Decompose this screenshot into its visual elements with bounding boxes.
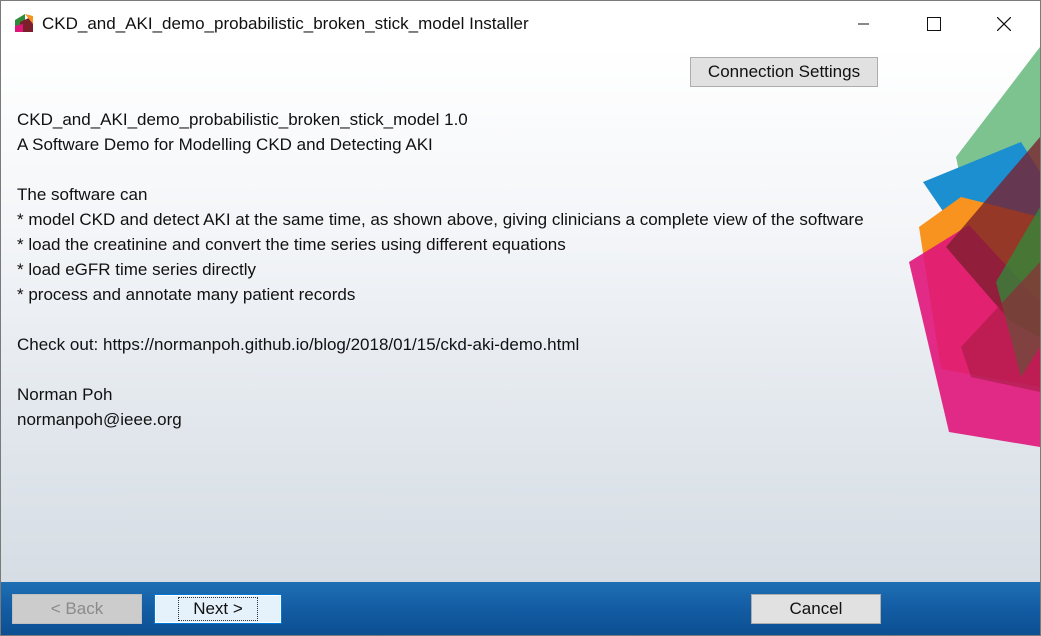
minimize-icon (858, 23, 869, 25)
product-name-version: CKD_and_AKI_demo_probabilistic_broken_st… (17, 110, 468, 129)
decorative-graphic (909, 47, 1040, 447)
connection-settings-label: Connection Settings (707, 62, 861, 81)
intro-text: The software can (17, 185, 148, 204)
next-button-label: Next > (178, 597, 258, 621)
maximize-button[interactable] (899, 1, 969, 47)
close-button[interactable] (969, 1, 1039, 47)
maximize-icon (927, 17, 941, 31)
connection-settings-button[interactable]: Connection Settings (690, 57, 878, 87)
feature-item: * process and annotate many patient reco… (17, 285, 356, 304)
window-title: CKD_and_AKI_demo_probabilistic_broken_st… (42, 14, 529, 33)
minimize-button[interactable] (829, 1, 899, 47)
feature-item: * model CKD and detect AKI at the same t… (17, 210, 864, 229)
installer-info-text: CKD_and_AKI_demo_probabilistic_broken_st… (17, 107, 877, 432)
author-email: normanpoh@ieee.org (17, 410, 182, 429)
content-area: Connection Settings CKD_and_AKI_demo_pro… (1, 47, 1040, 582)
back-button[interactable]: < Back (12, 594, 142, 624)
close-icon (997, 17, 1011, 31)
next-button[interactable]: Next > (154, 594, 282, 624)
back-button-label: < Back (50, 599, 104, 618)
title-bar[interactable]: CKD_and_AKI_demo_probabilistic_broken_st… (1, 1, 1040, 47)
author-name: Norman Poh (17, 385, 113, 404)
cancel-button[interactable]: Cancel (751, 594, 881, 624)
project-link-text: Check out: https://normanpoh.github.io/b… (17, 335, 580, 354)
installer-window: CKD_and_AKI_demo_probabilistic_broken_st… (0, 0, 1041, 636)
navigation-bar: < Back Next > Cancel (1, 582, 1040, 635)
product-subtitle: A Software Demo for Modelling CKD and De… (17, 135, 433, 154)
feature-item: * load the creatinine and convert the ti… (17, 235, 566, 254)
feature-item: * load eGFR time series directly (17, 260, 257, 279)
installer-app-icon (15, 14, 33, 32)
cancel-button-label: Cancel (789, 599, 843, 618)
